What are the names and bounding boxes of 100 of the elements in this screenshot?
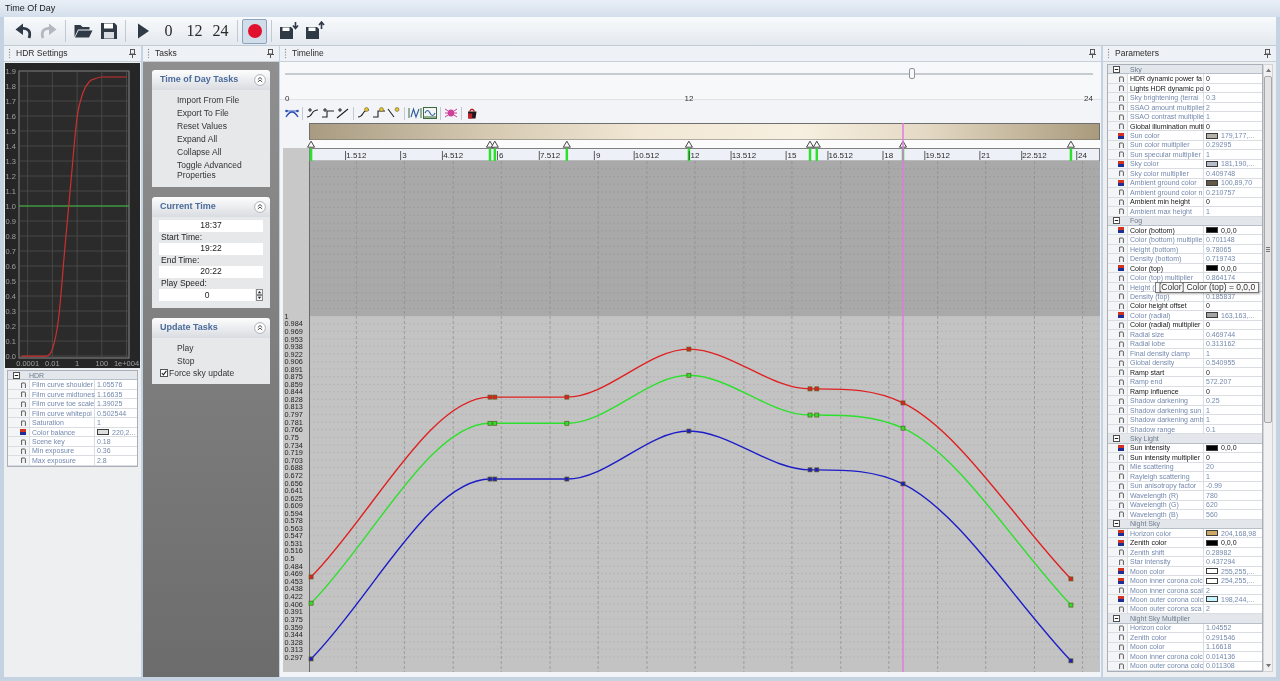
grip-icon[interactable]	[147, 48, 150, 59]
keyframe-mark-icon[interactable]	[565, 148, 569, 161]
time-preset-button[interactable]: 24	[208, 18, 233, 44]
keyframe-handle-icon[interactable]	[564, 476, 570, 482]
field-label: End Time:	[160, 254, 200, 266]
slider-thumb[interactable]	[909, 68, 915, 79]
wave-curve-icon[interactable]	[423, 107, 437, 119]
color-swatch-icon[interactable]	[1206, 312, 1218, 319]
pin-icon[interactable]	[1089, 49, 1096, 58]
time-preset-button[interactable]: 0	[156, 18, 181, 44]
keyframe-handle-icon[interactable]	[686, 372, 692, 378]
task-link[interactable]: Export To File	[152, 106, 233, 120]
x-tick-label: 18	[884, 151, 894, 161]
grip-icon[interactable]	[1107, 48, 1110, 59]
collapse-icon[interactable]	[1113, 65, 1120, 73]
color-swatch-icon[interactable]	[1206, 539, 1218, 546]
pin-icon[interactable]	[129, 49, 136, 58]
save-down-icon	[278, 21, 299, 41]
task-link[interactable]: Collapse All	[152, 145, 226, 159]
step-tangent-icon[interactable]	[321, 107, 335, 119]
collapse-icon[interactable]	[1113, 614, 1120, 622]
time-field[interactable]: 19:22	[159, 242, 263, 255]
keyframe-handle-icon[interactable]	[900, 400, 906, 406]
time-field[interactable]: 18:37	[159, 219, 263, 232]
scrollbar[interactable]	[1263, 64, 1273, 672]
number-type-icon	[1119, 605, 1124, 612]
color-type-icon	[1118, 227, 1124, 234]
keyframe-triangle-icon[interactable]	[1067, 140, 1075, 148]
keyframe-triangle-icon[interactable]	[307, 140, 315, 148]
smooth-tangent-icon[interactable]	[306, 107, 320, 119]
keyframe-mark-icon[interactable]	[687, 148, 691, 161]
keyframe-handle-icon[interactable]	[686, 428, 692, 434]
spin-buttons-icon[interactable]	[256, 289, 263, 301]
color-swatch-icon[interactable]	[1206, 265, 1218, 272]
key-smooth-icon[interactable]	[357, 107, 371, 119]
keyframe-handle-icon[interactable]	[308, 574, 314, 580]
keyframe-handle-icon[interactable]	[686, 346, 692, 352]
collapse-icon[interactable]	[1113, 217, 1120, 225]
scroll-down-icon[interactable]	[1264, 663, 1272, 669]
keyframe-handle-icon[interactable]	[900, 425, 906, 431]
tooltip: [Color] Color (top) = 0,0,0	[1155, 282, 1260, 293]
keyframe-handle-icon[interactable]	[900, 481, 906, 487]
zigzag-curve-icon[interactable]	[408, 107, 422, 119]
x-tick-label: 6	[499, 151, 504, 161]
task-link[interactable]: Import From File	[152, 93, 244, 107]
keyframe-handle-icon[interactable]	[564, 420, 570, 426]
task-link[interactable]: Toggle Advanced Properties	[152, 158, 270, 182]
keyframe-triangle-icon[interactable]	[562, 140, 571, 148]
linear-tangent-icon[interactable]	[336, 107, 350, 119]
keyframe-handle-icon[interactable]	[1068, 576, 1074, 582]
keyframe-handle-icon[interactable]	[1068, 602, 1074, 608]
task-link[interactable]: Play	[152, 341, 198, 354]
color-swatch-icon[interactable]	[1206, 577, 1218, 584]
bezier-handles-icon[interactable]	[285, 107, 299, 119]
pin-icon[interactable]	[267, 49, 274, 58]
number-type-icon	[1119, 587, 1124, 593]
color-swatch-icon[interactable]	[1206, 132, 1218, 139]
grip-icon[interactable]	[284, 48, 287, 59]
x-tick-label: 1.512	[346, 151, 367, 161]
time-preset-button[interactable]: 12	[182, 18, 207, 44]
keyframe-triangle-icon[interactable]	[899, 140, 907, 148]
key-linear-icon[interactable]	[387, 107, 401, 119]
field-label: Start Time:	[160, 231, 203, 243]
grip-icon[interactable]	[8, 48, 11, 59]
window-title: Time Of Day	[5, 1, 56, 15]
keyframe-handle-icon[interactable]	[1068, 658, 1074, 664]
speed-field[interactable]: 0	[159, 289, 255, 301]
task-link[interactable]: Expand All	[152, 132, 222, 146]
record-button[interactable]	[242, 18, 267, 44]
bug-icon[interactable]	[444, 107, 458, 119]
color-swatch-icon[interactable]	[1206, 568, 1218, 575]
bag-icon[interactable]	[465, 107, 479, 119]
collapse-icon[interactable]	[1113, 435, 1120, 442]
color-swatch-icon[interactable]	[1206, 445, 1218, 451]
keyframe-handle-icon[interactable]	[308, 600, 314, 606]
time-field[interactable]: 20:22	[159, 265, 263, 278]
collapse-icon[interactable]	[13, 371, 20, 379]
scroll-up-icon[interactable]	[1264, 67, 1272, 73]
color-swatch-icon[interactable]	[1206, 227, 1218, 234]
checkbox[interactable]	[160, 369, 168, 377]
color-swatch-icon[interactable]	[1206, 530, 1218, 537]
field-label: Play Speed:	[160, 277, 207, 289]
collapse-icon[interactable]	[254, 74, 266, 86]
pin-icon[interactable]	[1264, 49, 1271, 58]
key-step-icon[interactable]	[372, 107, 386, 119]
collapse-icon[interactable]	[1113, 520, 1120, 528]
task-link[interactable]: Reset Values	[152, 119, 231, 133]
x-tick-label: 12	[690, 151, 700, 161]
color-swatch-icon[interactable]	[97, 429, 109, 436]
color-swatch-icon[interactable]	[1206, 596, 1218, 603]
keyframe-handle-icon[interactable]	[564, 394, 570, 400]
x-tick-label: 13.512	[731, 151, 757, 161]
scrollbar-thumb[interactable]	[1264, 76, 1272, 423]
save-up-icon	[304, 21, 325, 41]
task-link[interactable]: Stop	[152, 354, 199, 367]
keyframe-handle-icon[interactable]	[308, 656, 314, 662]
color-swatch-icon[interactable]	[1206, 160, 1218, 167]
keyframe-triangle-icon[interactable]	[684, 140, 693, 148]
color-swatch-icon[interactable]	[1206, 179, 1218, 186]
checkbox-label[interactable]: Force sky update	[169, 368, 235, 378]
